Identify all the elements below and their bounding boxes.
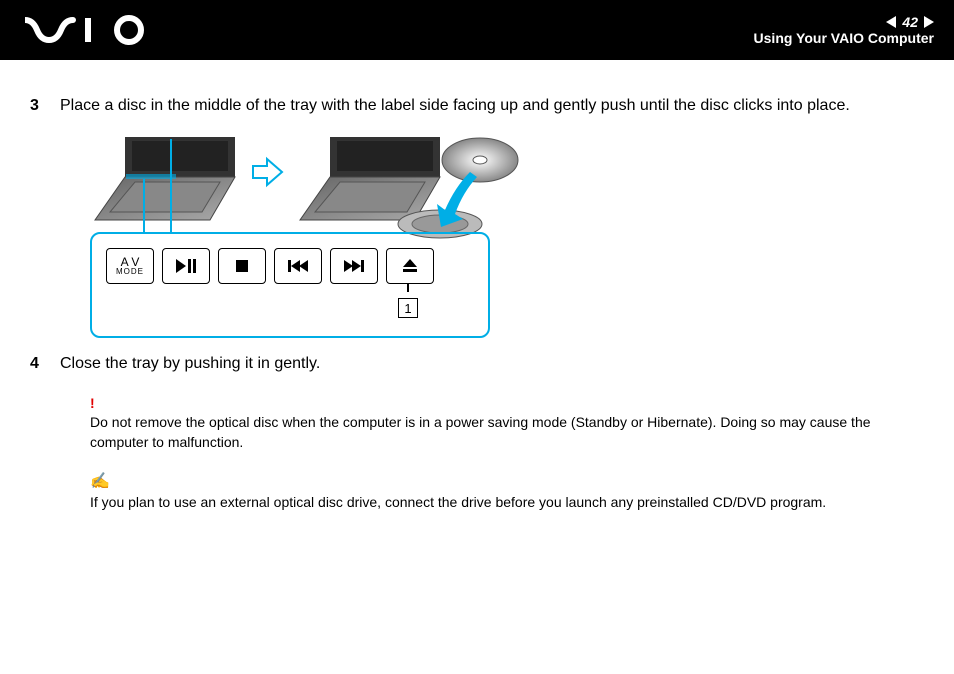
buttons-callout: A V MODE 1 (90, 232, 490, 338)
vaio-logo (25, 0, 155, 60)
media-buttons-row: A V MODE (106, 248, 474, 284)
laptop-closed-illustration (90, 132, 240, 232)
tip-text: If you plan to use an external optical d… (90, 493, 924, 513)
page-header: 42 Using Your VAIO Computer (0, 0, 954, 60)
stop-key (218, 248, 266, 284)
page-content: 3 Place a disc in the middle of the tray… (0, 60, 954, 513)
arrow-right-icon (250, 155, 285, 190)
warning-note: ! Do not remove the optical disc when th… (90, 394, 924, 453)
marker-connector (407, 284, 409, 292)
play-pause-key (162, 248, 210, 284)
page-navigator: 42 (754, 14, 934, 30)
step-3: 3 Place a disc in the middle of the tray… (30, 95, 924, 117)
callout-connector (170, 139, 172, 234)
step-text: Close the tray by pushing it in gently. (60, 353, 320, 375)
next-track-key (330, 248, 378, 284)
header-right: 42 Using Your VAIO Computer (754, 14, 934, 46)
callout-marker: 1 (398, 298, 418, 318)
warning-text: Do not remove the optical disc when the … (90, 413, 924, 452)
next-page-icon[interactable] (924, 16, 934, 28)
tip-icon: ✍ (90, 471, 924, 493)
section-title: Using Your VAIO Computer (754, 30, 934, 46)
warning-icon: ! (90, 394, 924, 414)
prev-page-icon[interactable] (886, 16, 896, 28)
prev-track-key (274, 248, 322, 284)
av-sublabel: MODE (116, 268, 144, 276)
laptop-disc-illustration (295, 132, 525, 242)
step-number: 3 (30, 95, 42, 117)
step-text: Place a disc in the middle of the tray w… (60, 95, 850, 117)
av-mode-key: A V MODE (106, 248, 154, 284)
step-number: 4 (30, 353, 42, 375)
step-4: 4 Close the tray by pushing it in gently… (30, 353, 924, 375)
instruction-figure: A V MODE 1 (90, 132, 924, 338)
page-number: 42 (902, 14, 918, 30)
eject-key (386, 248, 434, 284)
tip-note: ✍ If you plan to use an external optical… (90, 471, 924, 513)
